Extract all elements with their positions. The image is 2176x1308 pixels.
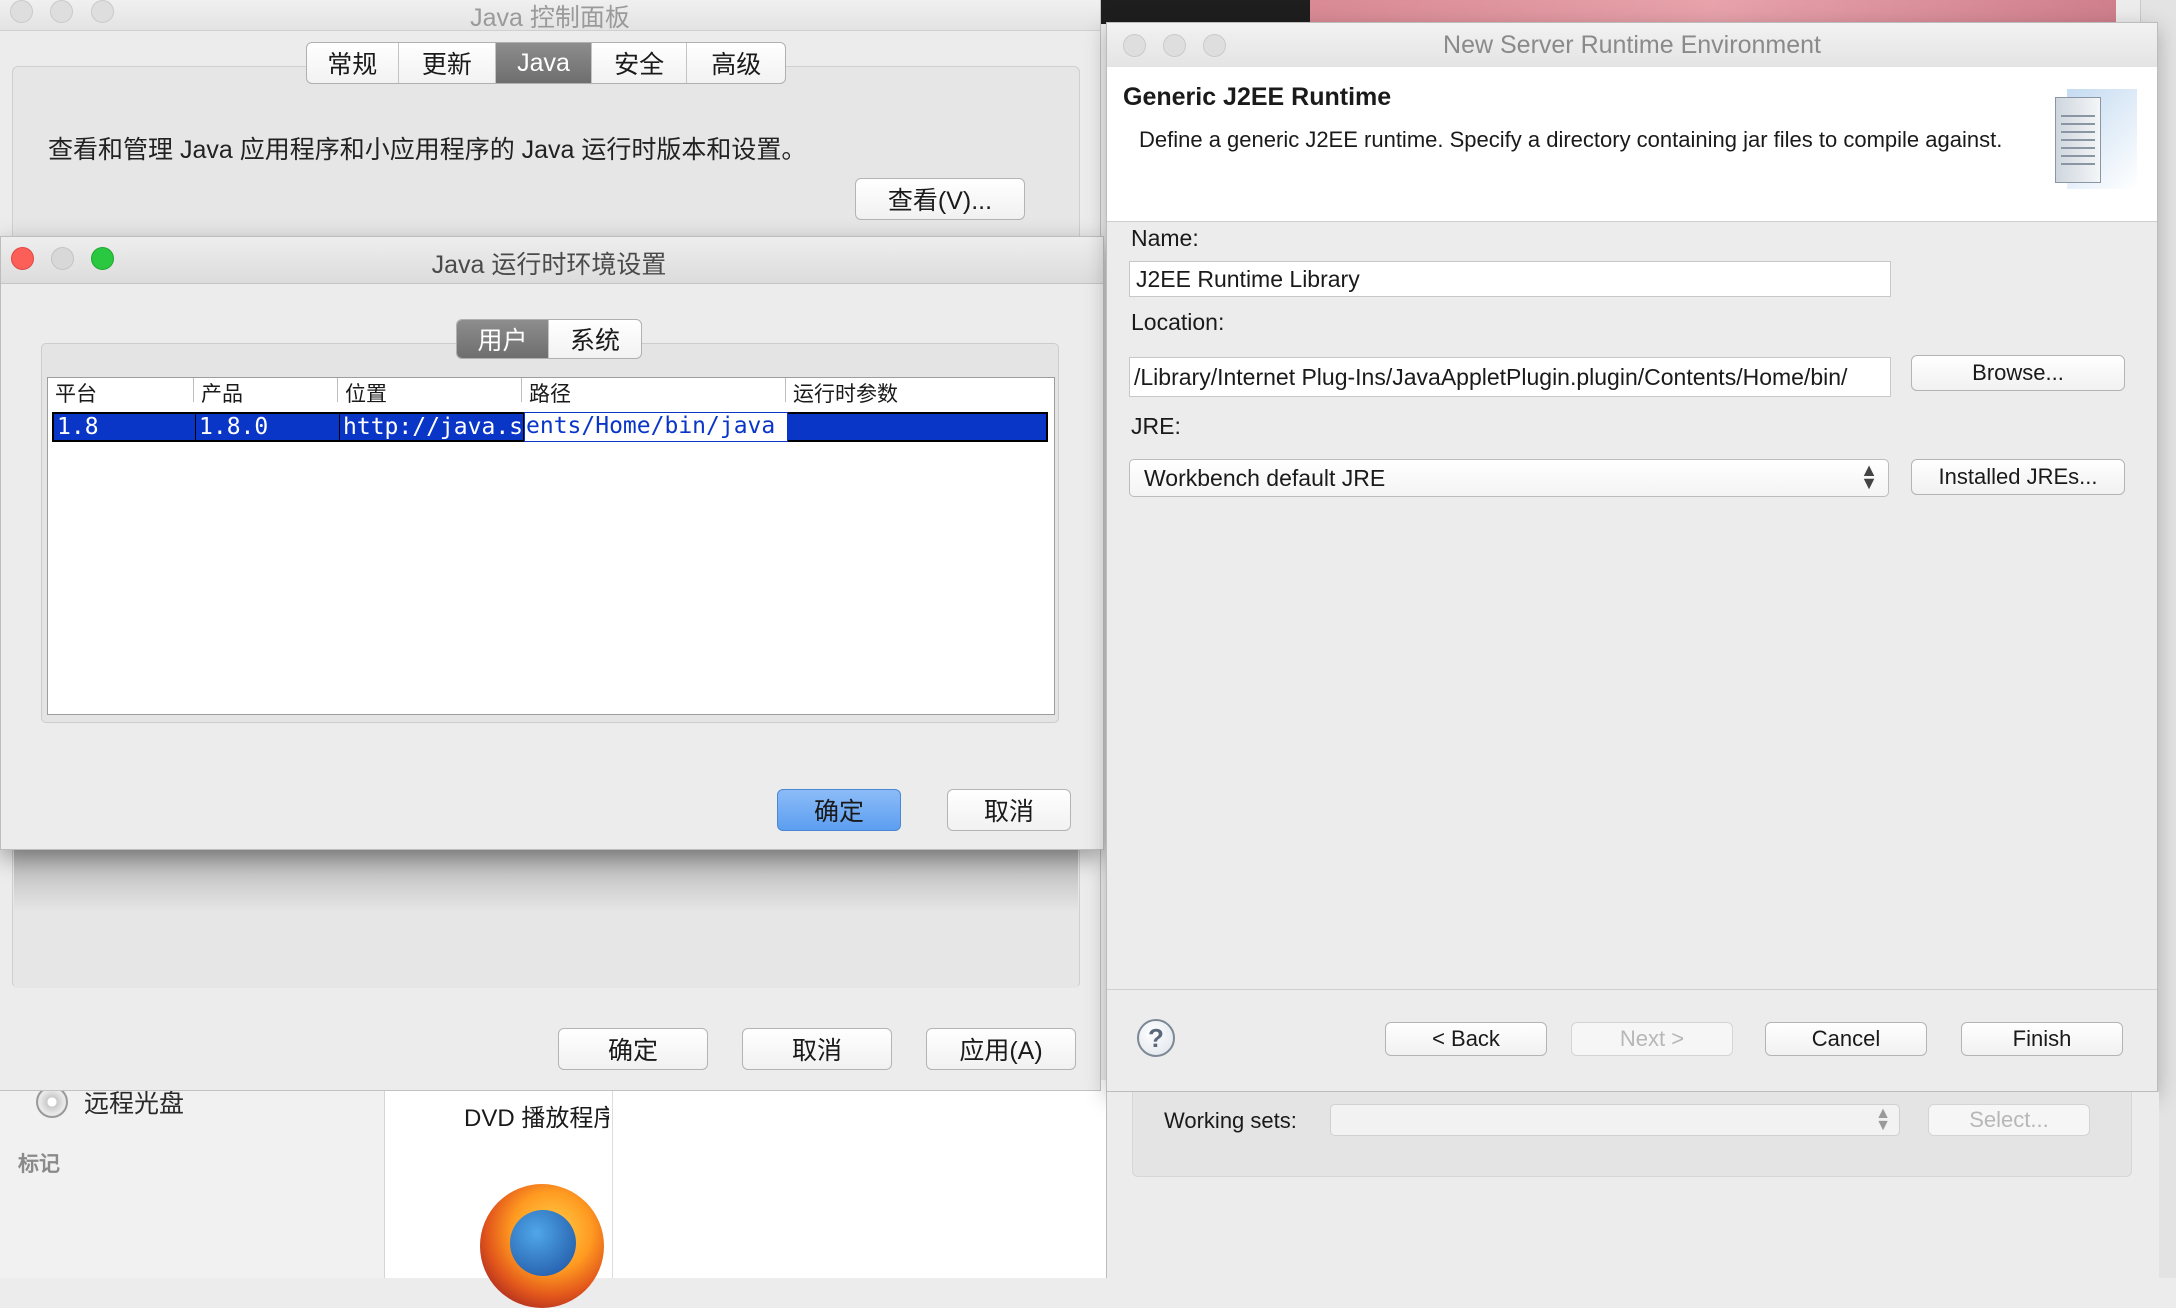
cancel-button[interactable]: 取消 — [742, 1028, 892, 1070]
view-button[interactable]: 查看(V)... — [855, 178, 1025, 220]
apply-button[interactable]: 应用(A) — [926, 1028, 1076, 1070]
dialog-cancel-button[interactable]: 取消 — [947, 789, 1071, 831]
lower-shadow-area — [14, 850, 1078, 988]
tab-update[interactable]: 更新 — [399, 43, 497, 83]
wizard-heading: Generic J2EE Runtime — [1123, 83, 1392, 111]
name-label: Name: — [1131, 225, 1199, 251]
window-title: Java 控制面板 — [470, 4, 630, 32]
runtime-table: 平台 产品 位置 路径 运行时参数 1.8 1.8.0 http://java.… — [47, 377, 1055, 715]
server-icon — [2047, 89, 2137, 189]
cell-args[interactable] — [788, 414, 1046, 440]
desktop-wallpaper-strip — [1310, 0, 2116, 24]
java-tab-description: 查看和管理 Java 应用程序和小应用程序的 Java 运行时版本和设置。 — [48, 136, 807, 164]
location-label: Location: — [1131, 309, 1225, 335]
working-sets-label: Working sets: — [1164, 1108, 1297, 1133]
tab-system[interactable]: 系统 — [549, 320, 641, 358]
cancel-wizard-button[interactable]: Cancel — [1765, 1022, 1927, 1056]
jre-label: JRE: — [1131, 413, 1181, 439]
cell-path-editor[interactable]: ents/Home/bin/java — [524, 412, 788, 442]
sidebar-heading-tags: 标记 — [18, 1153, 60, 1176]
tab-user[interactable]: 用户 — [457, 320, 549, 358]
next-button[interactable]: Next > — [1571, 1022, 1733, 1056]
main-tab-bar: 常规 更新 Java 安全 高级 — [306, 42, 786, 84]
select-working-sets-button[interactable]: Select... — [1928, 1104, 2090, 1136]
wizard-description: Define a generic J2EE runtime. Specify a… — [1139, 127, 2003, 152]
tab-advanced[interactable]: 高级 — [687, 43, 785, 83]
back-button[interactable]: < Back — [1385, 1022, 1547, 1056]
tab-java[interactable]: Java — [496, 43, 592, 83]
dialog-ok-button[interactable]: 确定 — [777, 789, 901, 831]
column-header-platform[interactable]: 平台 — [48, 378, 194, 406]
app-label-dvd-player[interactable]: DVD 播放程序 — [464, 1098, 609, 1133]
desktop-dark-strip — [1100, 0, 1310, 24]
finder-divider — [612, 1080, 613, 1278]
table-row[interactable]: 1.8 1.8.0 http://java.s... ents/Home/bin… — [52, 412, 1048, 442]
jre-select-value: Workbench default JRE — [1144, 464, 1386, 491]
server-icon-slots — [2061, 115, 2095, 171]
new-server-runtime-window: New Server Runtime Environment Generic J… — [1106, 22, 2158, 1092]
working-sets-select[interactable]: ▲ ▼ — [1330, 1104, 1900, 1136]
cell-location[interactable]: http://java.s... — [340, 414, 524, 440]
working-sets-chevron-icon: ▲ ▼ — [1875, 1105, 1891, 1134]
jre-select[interactable]: Workbench default JRE ▲ ▼ — [1129, 459, 1889, 497]
firefox-icon[interactable] — [480, 1184, 604, 1308]
cell-product[interactable]: 1.8.0 — [196, 414, 340, 440]
column-header-args[interactable]: 运行时参数 — [786, 378, 1053, 406]
ok-button[interactable]: 确定 — [558, 1028, 708, 1070]
location-field[interactable]: /Library/Internet Plug-Ins/JavaAppletPlu… — [1129, 357, 1891, 397]
tab-general[interactable]: 常规 — [307, 43, 399, 83]
user-system-tab-bar: 用户 系统 — [456, 319, 642, 359]
java-runtime-settings-dialog: Java 运行时环境设置 用户 系统 平台 产品 位置 路径 运行时参数 1.8… — [0, 236, 1104, 850]
eclipse-window-title: New Server Runtime Environment — [1443, 31, 1821, 59]
tab-security[interactable]: 安全 — [592, 43, 688, 83]
column-header-product[interactable]: 产品 — [194, 378, 338, 406]
finish-button[interactable]: Finish — [1961, 1022, 2123, 1056]
column-header-path[interactable]: 路径 — [522, 378, 786, 406]
help-icon[interactable]: ? — [1137, 1019, 1175, 1057]
dialog-title: Java 运行时环境设置 — [431, 251, 667, 279]
installed-jres-button[interactable]: Installed JREs... — [1911, 459, 2125, 495]
jre-select-chevron-icon: ▲ ▼ — [1860, 460, 1878, 493]
table-header: 平台 产品 位置 路径 运行时参数 — [48, 378, 1053, 406]
column-header-location[interactable]: 位置 — [338, 378, 522, 406]
cell-platform[interactable]: 1.8 — [54, 414, 196, 440]
browse-button[interactable]: Browse... — [1911, 355, 2125, 391]
name-field[interactable]: J2EE Runtime Library — [1129, 261, 1891, 297]
wizard-footer-separator — [1107, 989, 2157, 990]
firefox-globe — [510, 1210, 576, 1276]
